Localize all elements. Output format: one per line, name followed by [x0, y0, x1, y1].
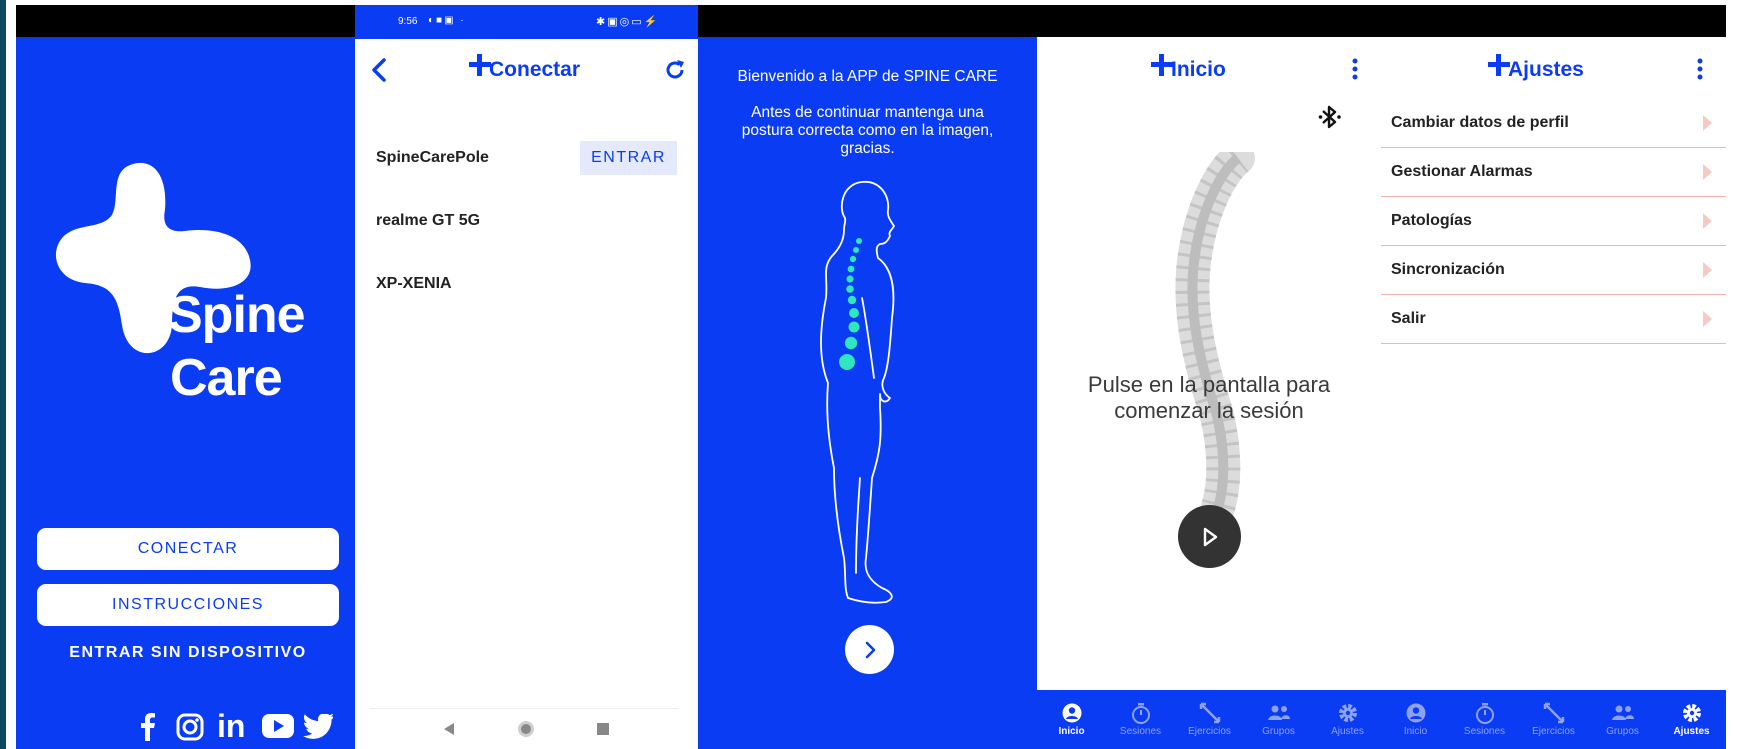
settings-title: Ajustes: [1508, 58, 1584, 81]
nav-tab-inicio[interactable]: Inicio: [1381, 690, 1450, 749]
connect-title: Conectar: [489, 58, 581, 81]
device-name-realme[interactable]: realme GT 5G: [376, 212, 480, 230]
nav-tab-sesiones[interactable]: Sesiones: [1106, 690, 1175, 749]
nav-tab-ejercicios[interactable]: Ejercicios: [1519, 690, 1588, 749]
nav-tab-sesiones[interactable]: Sesiones: [1450, 690, 1519, 749]
nav-tab-label: Ejercicios: [1188, 726, 1231, 737]
connect-button[interactable]: CONECTAR: [37, 528, 339, 570]
home-header: Inicio: [1151, 54, 1226, 82]
exercise-stretch-icon: [1199, 702, 1220, 724]
settings-item-label: Cambiar datos de perfil: [1391, 114, 1569, 131]
settings-item-label: Gestionar Alarmas: [1391, 163, 1533, 180]
settings-item-manage-alarms[interactable]: Gestionar Alarmas: [1381, 148, 1726, 197]
nav-tab-ajustes[interactable]: Ajustes: [1313, 690, 1382, 749]
settings-item-label: Patologías: [1391, 212, 1472, 229]
status-time: 9:56: [398, 16, 418, 27]
spinecare-cross-small-icon: [1151, 54, 1173, 76]
more-options-icon[interactable]: [1352, 58, 1358, 80]
gear-icon: [1682, 704, 1701, 722]
play-session-button[interactable]: [1178, 505, 1241, 568]
posture-silhouette-illustration: [820, 181, 895, 604]
spinecare-cross-small-icon: [1488, 54, 1510, 76]
welcome-text-line2: postura correcta como en la imagen,: [741, 122, 994, 139]
device-name-xp-xenia[interactable]: XP-XENIA: [376, 275, 452, 293]
system-home-icon[interactable]: [517, 720, 535, 738]
gear-icon: [1338, 704, 1357, 722]
settings-header: Ajustes: [1488, 54, 1584, 82]
refresh-icon[interactable]: [663, 58, 687, 82]
nav-tab-label: Grupos: [1606, 726, 1639, 737]
nav-tab-label: Sesiones: [1119, 726, 1162, 737]
nav-tab-grupos[interactable]: Grupos: [1244, 690, 1313, 749]
chevron-right-icon: [865, 641, 875, 658]
chevron-right-icon: [1703, 115, 1712, 131]
nav-tab-label: Ajustes: [1673, 726, 1710, 737]
home-title: Inicio: [1171, 58, 1226, 81]
twitter-icon[interactable]: [303, 714, 333, 739]
linkedin-icon[interactable]: in: [217, 708, 245, 744]
nav-tab-label: Inicio: [1403, 726, 1428, 737]
screenshot-collage: Spine Care CONECTAR INSTRUCCIONES ENTRAR…: [0, 0, 1740, 749]
more-options-icon[interactable]: [1697, 58, 1703, 80]
instagram-icon[interactable]: [176, 713, 204, 741]
chevron-right-icon: [1703, 262, 1712, 278]
settings-bottom-nav: Inicio Sesiones Ejercicios Grupos Ajuste…: [1381, 690, 1726, 749]
stopwatch-icon: [1131, 703, 1150, 724]
chevron-right-icon: [1703, 213, 1712, 229]
welcome-title: Bienvenido a la APP de SPINE CARE: [737, 68, 998, 85]
nav-tab-label: Sesiones: [1463, 726, 1506, 737]
settings-item-change-profile[interactable]: Cambiar datos de perfil: [1381, 99, 1726, 148]
nav-tab-label: Inicio: [1058, 726, 1085, 737]
nav-tab-ejercicios[interactable]: Ejercicios: [1175, 690, 1244, 749]
youtube-icon[interactable]: [262, 714, 294, 738]
settings-item-sync[interactable]: Sincronización: [1381, 246, 1726, 295]
play-icon: [1203, 527, 1217, 546]
settings-item-pathologies[interactable]: Patologías: [1381, 197, 1726, 246]
device-enter-button[interactable]: ENTRAR: [580, 141, 677, 175]
settings-item-logout[interactable]: Salir: [1381, 295, 1726, 344]
exercise-stretch-icon: [1543, 702, 1564, 724]
spinecare-cross-small-icon: [469, 54, 491, 76]
splash-status-bar: [16, 5, 355, 37]
stopwatch-icon: [1475, 703, 1494, 724]
continue-button[interactable]: [845, 625, 894, 674]
nav-tab-inicio[interactable]: Inicio: [1037, 690, 1106, 749]
nav-tab-grupos[interactable]: Grupos: [1588, 690, 1657, 749]
settings-item-label: Sincronización: [1391, 261, 1505, 278]
bluetooth-searching-icon[interactable]: [1318, 104, 1342, 130]
spine-illustration: [1175, 152, 1255, 522]
frame-gap: [6, 0, 16, 749]
nav-tab-ajustes[interactable]: Ajustes: [1657, 690, 1726, 749]
instructions-button[interactable]: INSTRUCCIONES: [37, 584, 339, 626]
status-system-icons: ✱▣◎▭⚡: [596, 16, 660, 28]
nav-tab-label: Ajustes: [1331, 726, 1364, 737]
home-bottom-nav: Inicio Sesiones Ejercicios Grupos Ajuste…: [1037, 690, 1381, 749]
logo-text-spine: Spine: [168, 286, 306, 344]
start-session-prompt-line2[interactable]: comenzar la sesión: [1037, 398, 1381, 424]
chevron-right-icon: [1703, 311, 1712, 327]
user-circle-icon: [1406, 703, 1425, 723]
system-nav-divider: [370, 708, 678, 709]
user-circle-icon: [1062, 703, 1081, 723]
enter-without-device-link[interactable]: ENTRAR SIN DISPOSITIVO: [37, 644, 339, 662]
device-name-spinecarepole[interactable]: SpineCarePole: [376, 149, 489, 167]
system-back-icon[interactable]: [443, 722, 455, 736]
welcome-text-line1: Antes de continuar mantenga una: [751, 104, 984, 121]
system-recents-icon[interactable]: [597, 723, 609, 735]
group-icon: [1611, 705, 1634, 720]
connect-header: Conectar: [469, 54, 580, 82]
nav-tab-label: Ejercicios: [1532, 726, 1575, 737]
nav-tab-label: Grupos: [1262, 726, 1295, 737]
group-icon: [1267, 705, 1290, 720]
facebook-icon[interactable]: [140, 713, 156, 741]
logo-text-care: Care: [170, 349, 283, 407]
status-notification-icons: ◐■▣ ·: [428, 15, 466, 26]
back-arrow-icon[interactable]: [370, 58, 388, 82]
start-session-prompt-line1[interactable]: Pulse en la pantalla para: [1037, 372, 1381, 398]
settings-item-label: Salir: [1391, 310, 1426, 327]
chevron-right-icon: [1703, 164, 1712, 180]
welcome-text-line3: gracias.: [840, 140, 895, 157]
right-status-bar: [698, 5, 1726, 37]
